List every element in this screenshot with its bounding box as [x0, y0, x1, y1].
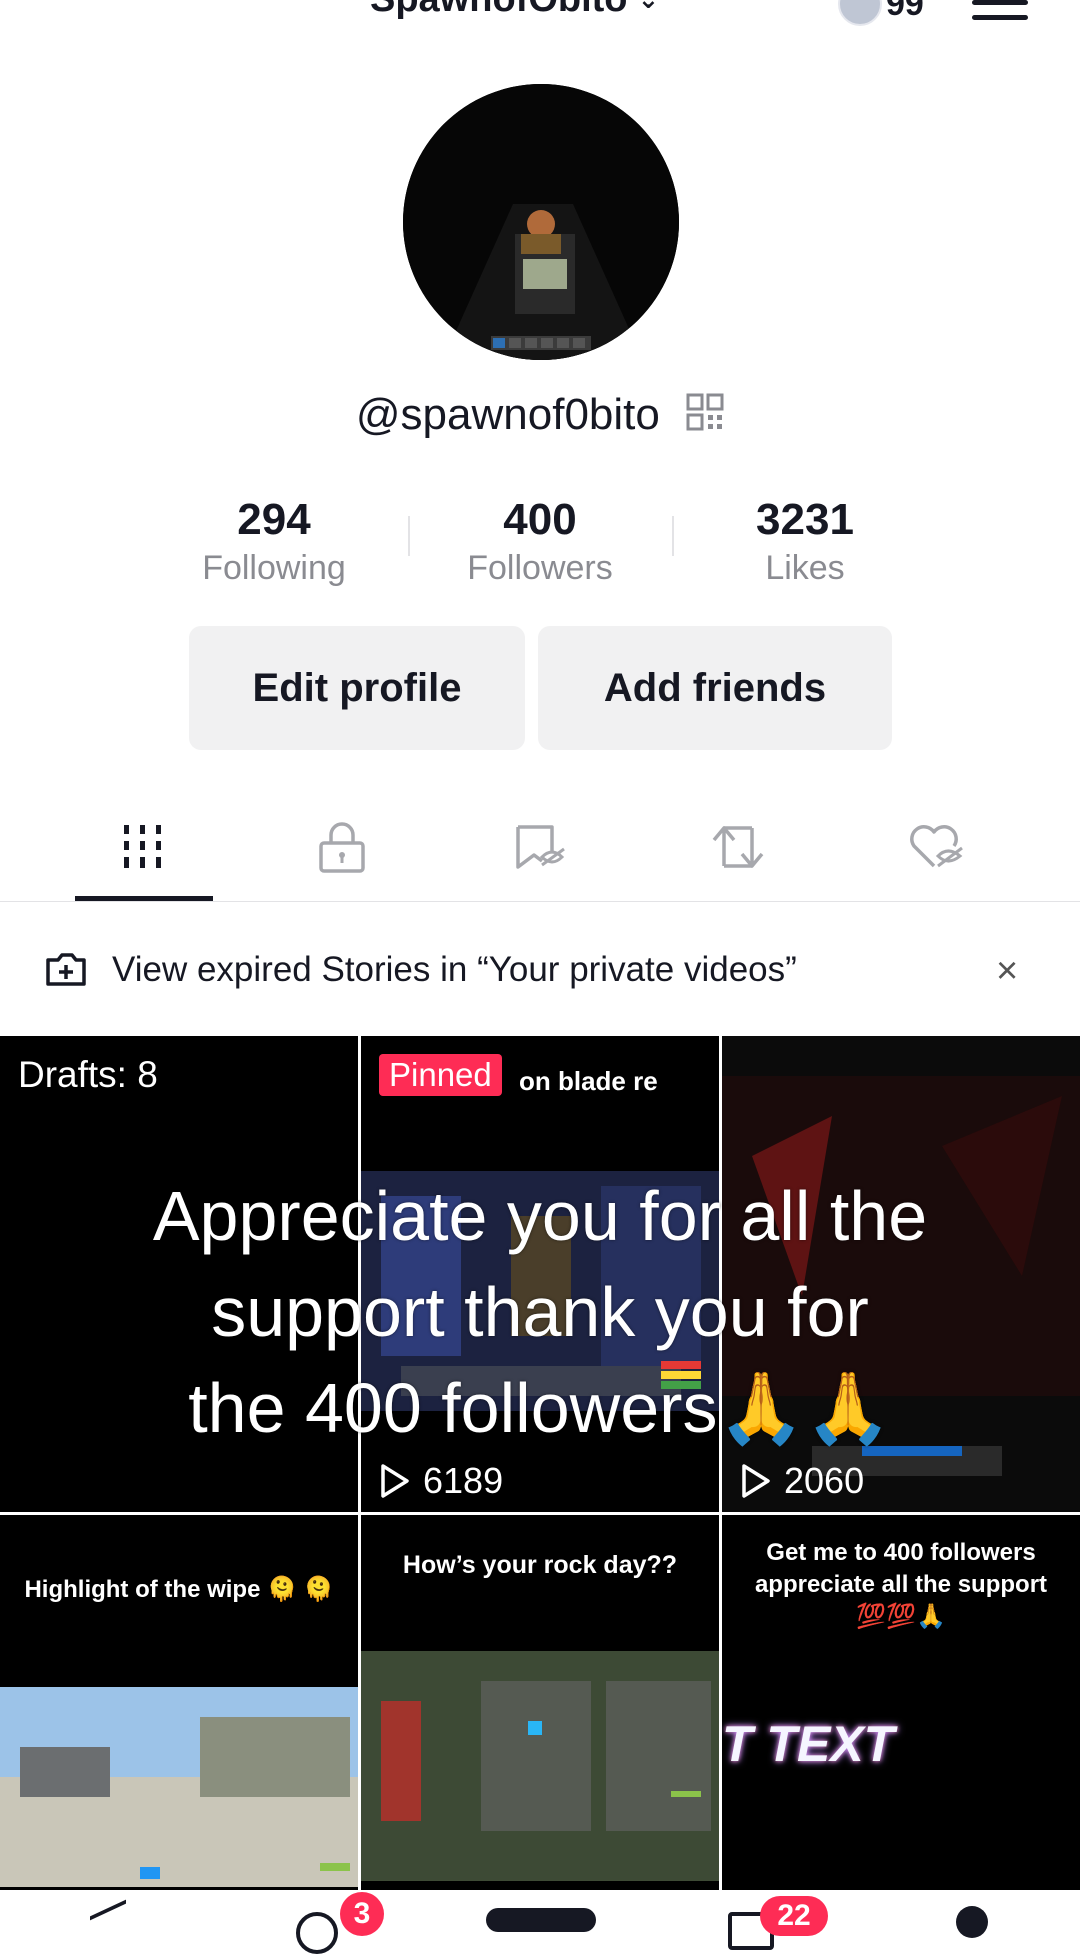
followers-count: 400	[503, 495, 577, 544]
chevron-down-icon: ⌄	[638, 0, 660, 15]
followers-label: Followers	[467, 549, 613, 587]
notification-count: 99	[886, 0, 924, 23]
grid-separator	[0, 1512, 1080, 1515]
tile-caption: How’s your rock day??	[402, 1551, 678, 1579]
view-count-text: 6189	[423, 1460, 504, 1501]
tab-saved[interactable]	[490, 812, 590, 882]
messages-badge: 22	[760, 1896, 828, 1936]
lock-icon	[319, 822, 365, 873]
video-thumbnail	[361, 1651, 719, 1881]
tabs-divider	[0, 901, 1080, 902]
handle-text: @spawnof0bito	[355, 390, 660, 439]
overlay-caption-line: the 400 followers🙏🙏	[188, 1369, 892, 1447]
tab-reposts[interactable]	[688, 812, 788, 882]
view-count-text: 2060	[784, 1460, 865, 1501]
menu-icon[interactable]	[972, 0, 1028, 30]
avatar-image	[403, 84, 679, 360]
liked-hidden-icon	[910, 825, 963, 868]
video-tile-get-me[interactable]: Get me to 400 followers appreciate all t…	[722, 1515, 1080, 1890]
stat-divider	[672, 516, 674, 556]
overlay-caption-line: Appreciate you for all the	[152, 1177, 928, 1255]
repost-icon	[712, 826, 764, 868]
grid-separator	[358, 1036, 361, 1890]
following-label: Following	[202, 549, 346, 587]
profile-icon[interactable]	[956, 1906, 988, 1938]
inbox-badge: 3	[340, 1892, 384, 1936]
overlay-caption: Appreciate you for all the support thank…	[0, 1168, 1080, 1456]
notification-avatar-badge[interactable]: 99	[838, 0, 924, 26]
saved-hidden-icon	[516, 825, 565, 869]
edit-profile-button[interactable]: Edit profile	[189, 626, 525, 750]
friends-icon[interactable]	[296, 1912, 338, 1954]
expired-stories-banner[interactable]: View expired Stories in “Your private vi…	[44, 940, 1044, 1000]
play-icon	[381, 1464, 409, 1498]
pinned-caption: on blade re	[519, 1066, 658, 1096]
video-grid: Drafts: 8 Pinned on blade re 6189 2060 H…	[0, 1036, 1080, 1890]
tile-caption: Get me to 400 followers appreciate all t…	[754, 1539, 1048, 1630]
profile-avatar[interactable]	[403, 84, 679, 360]
pinned-badge: Pinned	[379, 1054, 502, 1096]
mini-avatar	[838, 0, 882, 26]
username-title: SpawnofObito	[370, 0, 628, 21]
drafts-label: Drafts: 8	[18, 1054, 158, 1095]
overlay-caption-line: support thank you for	[211, 1273, 869, 1351]
view-count: 2060	[740, 1460, 864, 1502]
create-button[interactable]	[486, 1908, 596, 1932]
videos-grid-icon	[124, 825, 161, 868]
likes-count: 3231	[756, 495, 854, 544]
stat-following[interactable]: 294 Following	[154, 495, 394, 588]
play-icon	[742, 1464, 770, 1498]
qr-code-icon[interactable]	[686, 392, 724, 442]
video-thumbnail	[0, 1687, 358, 1887]
tile-caption: Highlight of the wipe 🫠 🫠	[24, 1576, 334, 1603]
text-art: T TEXT	[722, 1716, 895, 1772]
add-friends-button[interactable]: Add friends	[538, 626, 892, 750]
view-count: 6189	[379, 1460, 503, 1502]
banner-text: View expired Stories in “Your private vi…	[112, 950, 797, 989]
tab-private[interactable]	[292, 812, 392, 882]
grid-separator	[719, 1036, 722, 1890]
following-count: 294	[237, 495, 311, 544]
tab-videos[interactable]	[94, 812, 194, 882]
profile-username-switcher[interactable]: SpawnofObito ⌄	[370, 0, 659, 21]
stat-divider	[408, 516, 410, 556]
likes-label: Likes	[765, 549, 845, 587]
close-icon[interactable]: ×	[996, 950, 1018, 993]
tab-liked[interactable]	[886, 812, 986, 882]
stat-likes[interactable]: 3231 Likes	[685, 495, 925, 588]
video-tile-highlight[interactable]: Highlight of the wipe 🫠 🫠	[0, 1515, 358, 1890]
profile-handle: @spawnof0bito	[0, 390, 1080, 442]
stat-followers[interactable]: 400 Followers	[420, 495, 660, 588]
camera-plus-icon	[46, 953, 86, 986]
video-tile-rock-day[interactable]: How’s your rock day??	[361, 1515, 719, 1890]
